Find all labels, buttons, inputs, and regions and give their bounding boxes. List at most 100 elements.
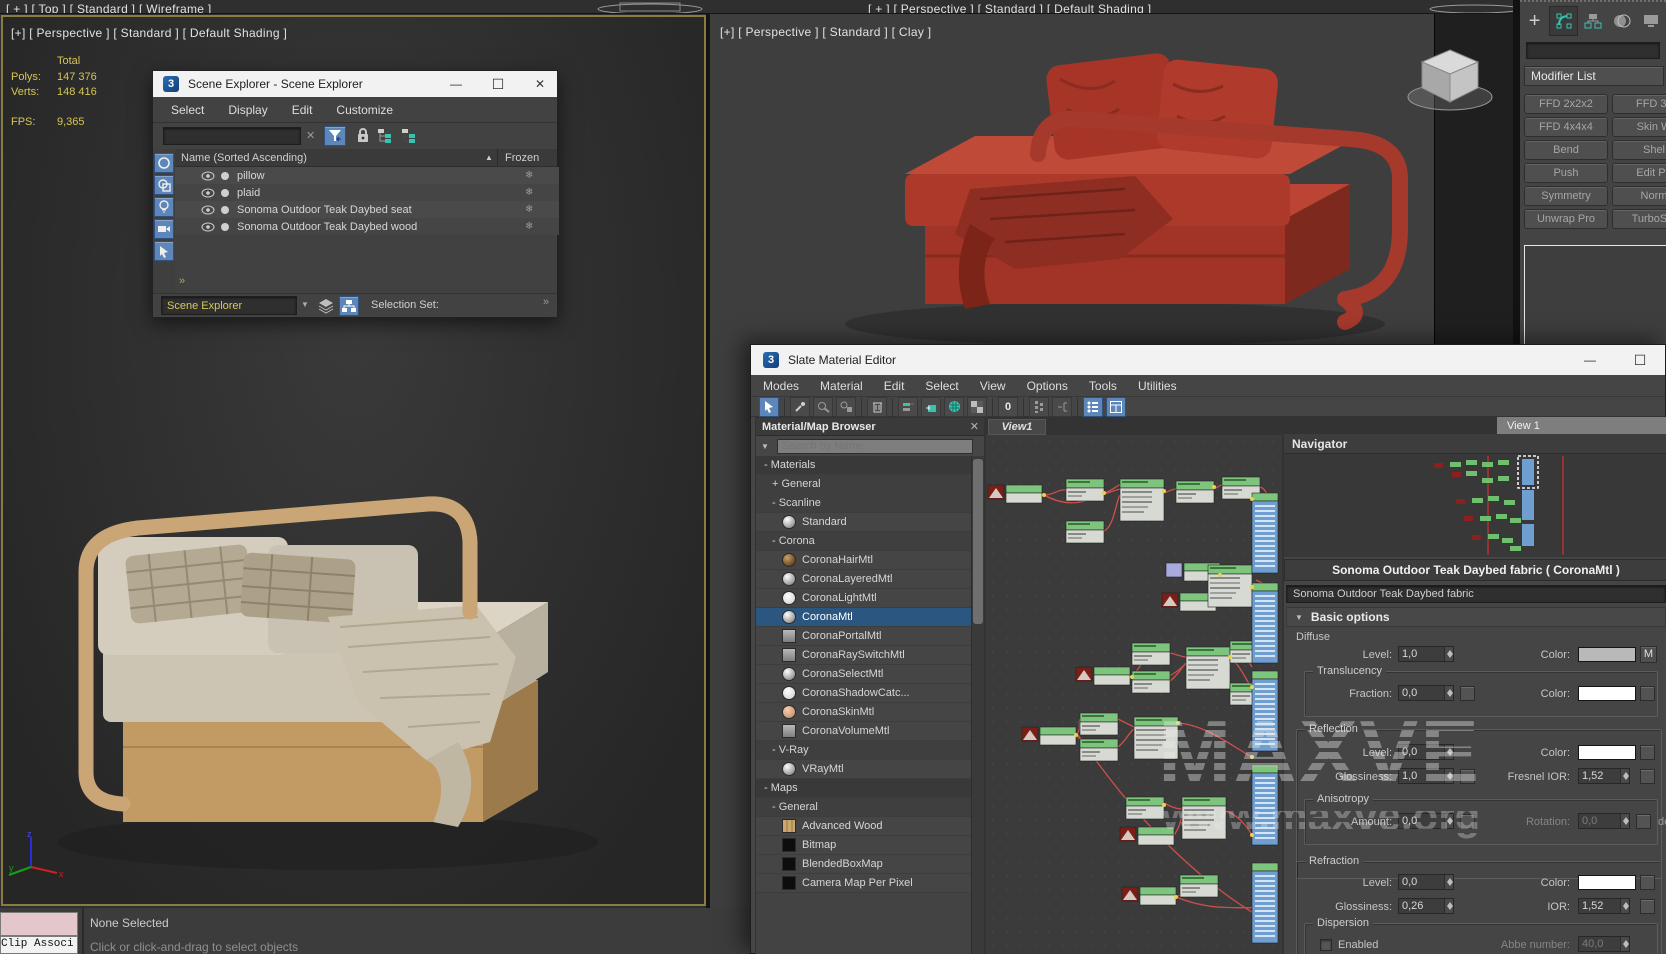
align-children-button[interactable] xyxy=(1052,397,1072,417)
tab-hierarchy[interactable] xyxy=(1578,6,1607,36)
delete-button[interactable] xyxy=(867,397,887,417)
sort-ascending-icon[interactable]: ▲ xyxy=(485,153,493,162)
scene-object-row[interactable]: Sonoma Outdoor Teak Daybed seat ❄ xyxy=(175,201,559,218)
spinner-value[interactable]: 1,52 xyxy=(1579,769,1620,783)
rollout-basic-options[interactable]: ▼ Basic options xyxy=(1286,607,1666,627)
eye-icon[interactable] xyxy=(201,205,215,215)
refraction-glossiness-spinner[interactable]: 0,26 xyxy=(1398,898,1454,914)
fraction-spinner[interactable]: 0,0 xyxy=(1398,685,1454,701)
menu-view[interactable]: View xyxy=(980,379,1006,393)
spinner-arrows-icon[interactable] xyxy=(1444,875,1453,889)
spinner-value[interactable]: 40,0 xyxy=(1579,937,1620,951)
material-entry[interactable]: VRayMtl xyxy=(756,760,984,779)
amount-map-slot[interactable] xyxy=(1460,814,1475,829)
object-type-dot-icon[interactable] xyxy=(221,172,229,180)
material-entry[interactable]: CoronaSelectMtl xyxy=(756,665,984,684)
scene-object-row[interactable]: pillow ❄ xyxy=(175,167,559,184)
reflection-color-swatch[interactable] xyxy=(1578,745,1636,760)
minimize-button[interactable]: — xyxy=(1573,345,1607,375)
object-type-dot-icon[interactable] xyxy=(221,189,229,197)
show-parameter-editor-button[interactable] xyxy=(1106,397,1126,417)
map-entry[interactable]: Bitmap xyxy=(756,836,984,855)
material-entry[interactable]: CoronaPortalMtl xyxy=(756,627,984,646)
translucency-color-swatch[interactable] xyxy=(1578,686,1636,701)
footer-chevrons[interactable]: » xyxy=(543,296,549,308)
abbe-number-spinner[interactable]: 40,0 xyxy=(1578,936,1630,952)
maxscript-mini-listener-white[interactable]: Clip Associ xyxy=(0,936,78,954)
spinner-arrows-icon[interactable] xyxy=(1444,686,1453,700)
flat-list-mode-icon[interactable] xyxy=(401,128,417,144)
filter-button[interactable] xyxy=(324,126,346,146)
viewport-label[interactable]: [+] [ Perspective ] [ Standard ] [ Defau… xyxy=(11,26,287,40)
modifier-list-dropdown[interactable]: Modifier List xyxy=(1524,66,1664,86)
spinner-value[interactable]: 1,52 xyxy=(1579,899,1620,913)
ior-spinner[interactable]: 1,52 xyxy=(1578,898,1630,914)
dispersion-enabled-checkbox[interactable] xyxy=(1320,939,1332,951)
hierarchy-view-button[interactable] xyxy=(339,296,359,316)
search-input[interactable] xyxy=(163,127,301,145)
assign-material-button[interactable] xyxy=(813,397,833,417)
tab-view1[interactable]: View1 xyxy=(988,419,1046,435)
modifier-button[interactable]: Bend xyxy=(1524,140,1608,160)
layers-icon[interactable] xyxy=(317,297,335,315)
object-name[interactable]: Sonoma Outdoor Teak Daybed seat xyxy=(237,204,412,216)
browser-group[interactable]: - Maps xyxy=(756,779,984,798)
minimize-button[interactable]: — xyxy=(439,71,473,97)
spinner-value[interactable]: 0,0 xyxy=(1579,814,1620,828)
navigator-view-tab[interactable]: View 1 xyxy=(1497,417,1666,434)
frozen-icon[interactable]: ❄ xyxy=(525,187,533,198)
material-entry[interactable]: CoronaShadowCatc... xyxy=(756,684,984,703)
navigator-header[interactable]: Navigator xyxy=(1284,434,1666,454)
menu-modes[interactable]: Modes xyxy=(763,379,799,393)
eye-icon[interactable] xyxy=(201,171,215,181)
viewcube[interactable] xyxy=(1400,42,1500,122)
node-graph-canvas[interactable] xyxy=(986,435,1282,954)
modifier-button[interactable]: Unwrap Pro xyxy=(1524,209,1608,229)
material-entry[interactable]: Standard xyxy=(756,513,984,532)
diffuse-level-spinner[interactable]: 1,0 xyxy=(1398,646,1454,662)
list-empty-area[interactable]: » xyxy=(175,235,557,293)
browser-header[interactable]: Material/Map Browser ✕ xyxy=(756,418,984,436)
background-button[interactable] xyxy=(967,397,987,417)
eye-icon[interactable] xyxy=(201,188,215,198)
refraction-color-map-slot[interactable] xyxy=(1640,875,1655,890)
spinner-value[interactable]: 0,0 xyxy=(1399,814,1444,828)
menu-edit[interactable]: Edit xyxy=(292,103,313,117)
top-right-viewport-label[interactable]: [ + ] [ Perspective ] [ Standard ] [ Def… xyxy=(868,2,1151,14)
spinner-arrows-icon[interactable] xyxy=(1444,814,1453,828)
refraction-color-swatch[interactable] xyxy=(1578,875,1636,890)
material-entry[interactable]: CoronaHairMtl xyxy=(756,551,984,570)
map-entry[interactable]: BlendedBoxMap xyxy=(756,855,984,874)
material-entry[interactable]: CoronaSkinMtl xyxy=(756,703,984,722)
scrollbar-thumb[interactable] xyxy=(973,459,983,624)
modifier-button[interactable]: Norm xyxy=(1612,186,1666,206)
dropdown-arrow-icon[interactable]: ▼ xyxy=(301,300,309,309)
spinner-arrows-icon[interactable] xyxy=(1444,647,1453,661)
glossiness-spinner[interactable]: 1,0 xyxy=(1398,768,1454,784)
menu-display[interactable]: Display xyxy=(228,103,267,117)
display-lights-button[interactable] xyxy=(154,197,174,217)
display-helpers-button[interactable] xyxy=(154,241,174,261)
ior-map-slot[interactable] xyxy=(1640,899,1655,914)
spinner-value[interactable]: 0,0 xyxy=(1399,745,1444,759)
refraction-level-spinner[interactable]: 0,0 xyxy=(1398,874,1454,890)
slate-titlebar[interactable]: 3 Slate Material Editor — ☐ xyxy=(751,345,1665,375)
spinner-value[interactable]: 0,0 xyxy=(1399,686,1444,700)
diffuse-map-button[interactable]: M xyxy=(1640,646,1657,663)
explorer-selector-dropdown[interactable]: Scene Explorer xyxy=(161,296,297,315)
object-name-field[interactable] xyxy=(1526,42,1660,59)
glossiness-map-slot[interactable] xyxy=(1460,769,1475,784)
scene-object-row[interactable]: plaid ❄ xyxy=(175,184,559,201)
frozen-icon[interactable]: ❄ xyxy=(525,221,533,232)
import-material-button[interactable] xyxy=(921,397,941,417)
tab-display[interactable] xyxy=(1637,6,1666,36)
maximize-button[interactable]: ☐ xyxy=(481,71,515,97)
spinner-value[interactable]: 0,26 xyxy=(1399,899,1444,913)
spinner-arrows-icon[interactable] xyxy=(1444,769,1453,783)
object-type-dot-icon[interactable] xyxy=(221,206,229,214)
reflection-color-map-slot[interactable] xyxy=(1640,745,1655,760)
browser-close-icon[interactable]: ✕ xyxy=(970,420,979,433)
close-button[interactable]: ✕ xyxy=(523,71,557,97)
modifier-button[interactable]: FFD 2x2x2 xyxy=(1524,94,1608,114)
navigator-canvas[interactable] xyxy=(1284,454,1666,557)
